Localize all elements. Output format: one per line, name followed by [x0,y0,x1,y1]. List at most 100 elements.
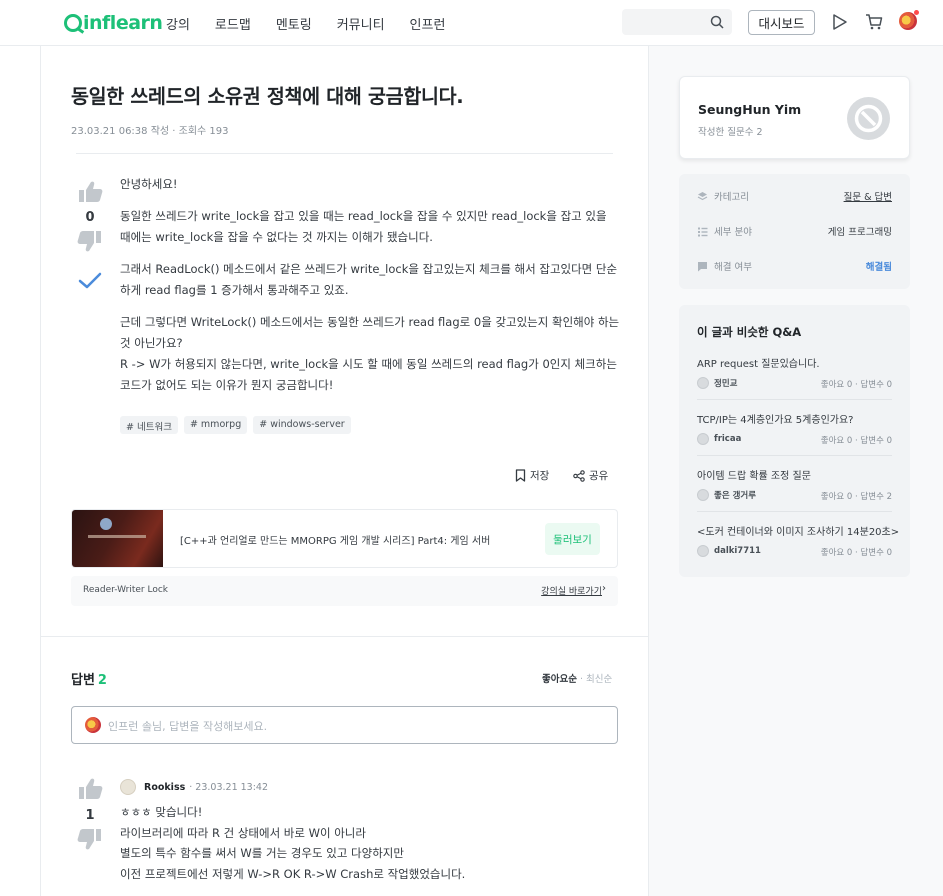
dashboard-button[interactable]: 대시보드 [748,10,815,35]
answers-count: 2 [97,673,107,688]
info-row-category: 카테고리 질문 & 답변 [697,186,892,206]
similar-qna-box: 이 글과 비슷한 Q&A ARP request 질문있습니다. 정민교 좋아요… [679,305,910,577]
answer-line: 별도의 특수 함수를 써서 W를 거는 경우도 있고 다양하지만 [120,846,404,860]
similar-qna-item[interactable]: ARP request 질문있습니다. 정민교 좋아요 0 · 답변수 0 [697,355,892,407]
tag-windows-server[interactable]: # windows-server [253,416,351,434]
tag-mmorpg[interactable]: # mmorpg [183,416,248,434]
play-icon[interactable] [832,13,848,31]
author-card[interactable]: SeungHun Yim 작성한 질문수 2 [679,76,910,159]
share-label: 공유 [589,470,609,482]
similar-qna-item[interactable]: <도커 컨테이너와 이미지 조사하기 14분20초> dalki7711 좋아요… [697,523,899,575]
similar-qna-author-name: 정민교 [714,379,738,389]
sort-options: 좋아요순 · 최신순 [542,671,612,685]
answer-line: 라이브러리에 따라 R 건 상태에서 바로 W이 아니라 [120,825,366,840]
divider [697,455,892,456]
question-meta: 23.03.21 06:38 작성 · 조회수 193 [71,126,229,137]
similar-qna-heading: 이 글과 비슷한 Q&A [697,325,802,339]
sort-by-likes[interactable]: 좋아요순 [542,674,577,685]
similar-qna-item[interactable]: TCP/IP는 4계층인가요 5계층인가요? fricaa 좋아요 0 · 답변… [697,411,892,463]
similar-qna-title[interactable]: ARP request 질문있습니다. [697,355,820,370]
lecture-bar: Reader-Writer Lock 강의실 바로가기 › [71,576,618,606]
similar-qna-title[interactable]: 아이템 드랍 확률 조정 질문 [697,467,811,482]
thumbs-down-icon[interactable] [76,229,104,253]
info-row-field: 세부 분야 게임 프로그래밍 [697,221,892,241]
info-value-category[interactable]: 질문 & 답변 [844,189,892,203]
similar-qna-title[interactable]: <도커 컨테이너와 이미지 조사하기 14분20초> [697,523,899,538]
default-avatar-icon [854,104,883,133]
divider [76,153,613,154]
go-to-classroom-link[interactable]: 강의실 바로가기 [541,584,602,597]
answers-heading: 답변 2 [71,669,107,688]
similar-qna-author-name: 좋은 갱거루 [714,491,757,501]
answer-body: ㅎㅎㅎ 맞습니다! 라이브러리에 따라 R 건 상태에서 바로 W이 아니라 별… [120,802,465,884]
question-paragraph: 동일한 쓰레드가 write_lock을 잡고 있을 때는 read_lock을… [120,209,607,244]
similar-qna-author: 정민교 [697,377,737,389]
info-value-field: 게임 프로그래밍 [827,227,892,238]
user-avatar[interactable] [899,10,919,30]
bookmark-icon [515,469,526,482]
logo-mark-icon [64,14,82,32]
save-button[interactable]: 저장 [515,468,549,483]
nav-item-inflearn[interactable]: 인프런 [410,14,446,33]
thumbs-down-icon[interactable] [76,827,104,851]
share-button[interactable]: 공유 [573,468,608,483]
answer-date: · 23.03.21 13:42 [189,781,269,793]
logo-text: inflearn [83,12,163,34]
similar-qna-avatar [697,377,709,389]
answer-input[interactable]: 인프런 솔님, 답변을 작성해보세요. [71,706,618,744]
inflearn-logo[interactable]: inflearn [64,12,163,34]
similar-qna-avatar [697,489,709,501]
answer-line: ㅎㅎㅎ 맞습니다! [120,805,203,819]
question-title: 동일한 쓰레드의 소유권 정책에 대해 궁금합니다. [71,85,464,108]
sort-by-latest[interactable]: 최신순 [586,674,612,685]
course-card[interactable]: [C++과 언리얼로 만드는 MMORPG 게임 개발 시리즈] Part4: … [71,509,618,568]
tag-network[interactable]: # 네트워크 [120,416,178,434]
section-divider [40,636,649,637]
info-label-field: 세부 분야 [714,227,752,238]
chat-icon [698,261,707,271]
thumbs-up-icon[interactable] [76,180,104,204]
info-value-resolved: 해결됨 [865,262,892,273]
info-label-category: 카테고리 [714,192,749,203]
answer-vote: 1 [76,777,104,855]
info-row-resolved: 해결 여부 해결됨 [697,256,892,276]
answer-line: 이전 프로젝트에선 저렇게 W->R OK R->W Crash로 작업했었습니… [120,866,466,881]
list-icon [698,227,708,236]
course-title: [C++과 언리얼로 만드는 MMORPG 게임 개발 시리즈] Part4: … [180,536,491,547]
cart-icon[interactable] [865,13,883,31]
question-paragraph: 그래서 ReadLock() 메소드에서 같은 쓰레드가 write_lock을… [120,262,618,297]
author-name: SeungHun Yim [698,102,802,117]
sort-separator: · [576,674,587,685]
answer-author: Rookiss · 23.03.21 13:42 [120,779,268,795]
notification-dot [914,10,919,15]
nav-item-community[interactable]: 커뮤니티 [337,14,385,33]
course-thumbnail [72,510,163,567]
similar-qna-title[interactable]: TCP/IP는 4계층인가요 5계층인가요? [697,411,853,426]
save-label: 저장 [530,470,550,482]
search-icon[interactable] [710,15,724,29]
nav-item-roadmap[interactable]: 로드맵 [215,14,251,33]
answer-author-name[interactable]: Rookiss [144,782,185,793]
answer-author-avatar[interactable] [120,779,136,795]
similar-qna-author: 좋은 갱거루 [697,489,756,501]
question-vote: 0 [76,180,104,295]
question-paragraph: 근데 그렇다면 WriteLock() 메소드에서는 동일한 쓰레드가 read… [120,315,620,392]
browse-course-button[interactable]: 둘러보기 [545,523,600,555]
similar-qna-stats: 좋아요 0 · 답변수 2 [820,492,892,502]
nav-item-courses[interactable]: 강의 [166,14,190,33]
search-input[interactable] [622,9,732,35]
top-navigation: inflearn 강의 로드맵 멘토링 커뮤니티 인프런 대시보드 [0,0,943,46]
divider [697,511,892,512]
similar-qna-item[interactable]: 아이템 드랍 확률 조정 질문 좋은 갱거루 좋아요 0 · 답변수 2 [697,467,892,519]
chevron-right-icon: › [602,583,606,594]
thumbs-up-icon[interactable] [76,777,104,801]
similar-qna-author-name: dalki7711 [714,546,761,556]
answer-input-placeholder: 인프런 솔님, 답변을 작성해보세요. [108,720,268,733]
divider [697,399,892,400]
similar-qna-stats: 좋아요 0 · 답변수 0 [820,548,892,558]
question-paragraph: 안녕하세요! [120,177,178,191]
author-question-count: 작성한 질문수 2 [698,127,763,138]
nav-item-mentoring[interactable]: 멘토링 [276,14,312,33]
answer-vote-count: 1 [85,808,95,823]
similar-qna-stats: 좋아요 0 · 답변수 0 [820,436,892,446]
